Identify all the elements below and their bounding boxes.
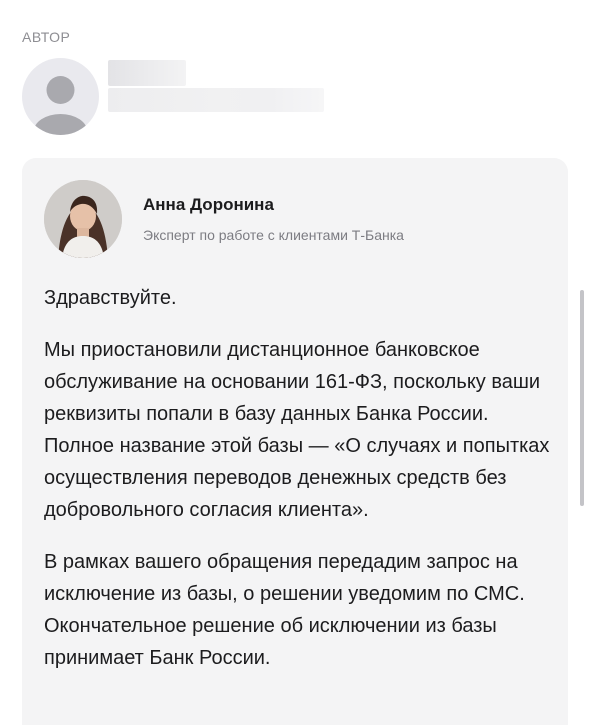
expert-role: Эксперт по работе с клиентами Т-Банка <box>143 227 404 243</box>
message-body: Здравствуйте. Мы приостановили дистанцио… <box>44 282 554 694</box>
expert-reply-card: Анна Доронина Эксперт по работе с клиент… <box>22 158 568 725</box>
author-name-redacted <box>108 60 186 86</box>
author-row[interactable] <box>22 58 562 138</box>
scrollbar[interactable] <box>580 290 584 506</box>
page: АВТОР Анна Доронина Эксперт по работе с … <box>0 0 590 725</box>
message-paragraph: Здравствуйте. <box>44 287 177 309</box>
user-placeholder-icon <box>22 58 99 135</box>
message-paragraph: В рамках вашего обращения передадим запр… <box>44 551 525 669</box>
section-label-author: АВТОР <box>22 29 71 45</box>
expert-avatar <box>44 180 122 258</box>
expert-name: Анна Доронина <box>143 195 274 214</box>
author-subtitle-redacted <box>108 88 324 112</box>
message-paragraph: Мы приостановили дистанционное банковско… <box>44 339 550 521</box>
